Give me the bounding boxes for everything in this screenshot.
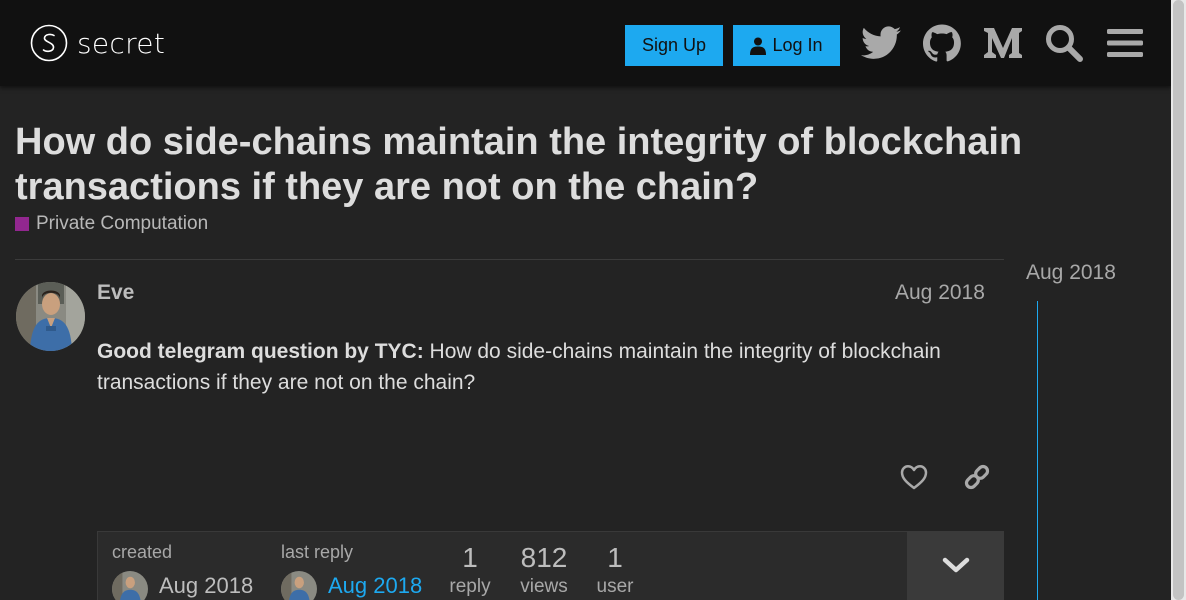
github-link[interactable] xyxy=(921,22,963,64)
category-color-badge xyxy=(15,217,29,231)
views-count: 812 xyxy=(520,542,568,573)
medium-link[interactable] xyxy=(982,22,1024,64)
secret-logo-icon xyxy=(30,24,68,62)
users-count: 1 xyxy=(607,542,623,573)
replies-label: reply xyxy=(449,576,491,597)
post-author[interactable]: Eve xyxy=(97,281,134,305)
created-avatar[interactable] xyxy=(112,571,148,600)
like-button[interactable] xyxy=(897,460,931,494)
link-icon xyxy=(964,464,990,490)
last-reply-avatar[interactable] xyxy=(281,571,317,600)
log-in-button[interactable]: Log In xyxy=(733,25,840,66)
log-in-label: Log In xyxy=(772,35,823,55)
user-avatar-image xyxy=(16,282,85,351)
users-label: user xyxy=(596,576,634,597)
avatar[interactable] xyxy=(16,282,85,351)
expand-topic-map-button[interactable] xyxy=(907,531,1004,600)
site-logo[interactable]: secret xyxy=(30,24,165,62)
created-label: created xyxy=(112,542,173,562)
topic-category[interactable]: Private Computation xyxy=(15,213,208,235)
site-header: secret Sign Up Log In xyxy=(0,0,1171,86)
logo-text: secret xyxy=(77,26,166,60)
post-body: Good telegram question by TYC: How do si… xyxy=(97,336,987,398)
views-label: views xyxy=(520,576,568,597)
user-avatar-image xyxy=(112,571,148,600)
post-body-bold: Good telegram question by TYC: xyxy=(97,340,424,363)
sign-up-button[interactable]: Sign Up xyxy=(625,25,723,66)
share-link-button[interactable] xyxy=(960,460,994,494)
post-date[interactable]: Aug 2018 xyxy=(895,281,985,305)
github-icon xyxy=(923,24,961,62)
topic-title[interactable]: How do side-chains maintain the integrit… xyxy=(15,120,1045,210)
search-icon xyxy=(1046,25,1083,62)
search-button[interactable] xyxy=(1043,22,1085,64)
heart-icon xyxy=(900,465,928,490)
created-date[interactable]: Aug 2018 xyxy=(159,573,253,599)
title-divider xyxy=(15,259,1004,260)
user-avatar-image xyxy=(281,571,317,600)
chevron-down-icon xyxy=(942,557,969,572)
twitter-icon xyxy=(861,26,901,59)
last-reply-label: last reply xyxy=(281,542,354,562)
last-reply-date[interactable]: Aug 2018 xyxy=(328,573,422,599)
menu-button[interactable] xyxy=(1104,22,1146,64)
replies-count: 1 xyxy=(462,542,478,573)
timeline-date[interactable]: Aug 2018 xyxy=(1026,261,1116,285)
hamburger-menu-icon xyxy=(1107,29,1143,57)
timeline-scroller[interactable] xyxy=(1037,301,1038,600)
medium-icon xyxy=(984,28,1022,58)
category-name: Private Computation xyxy=(36,213,209,234)
twitter-link[interactable] xyxy=(860,22,902,64)
scrollbar-thumb[interactable] xyxy=(1173,0,1184,600)
user-icon xyxy=(750,37,767,55)
